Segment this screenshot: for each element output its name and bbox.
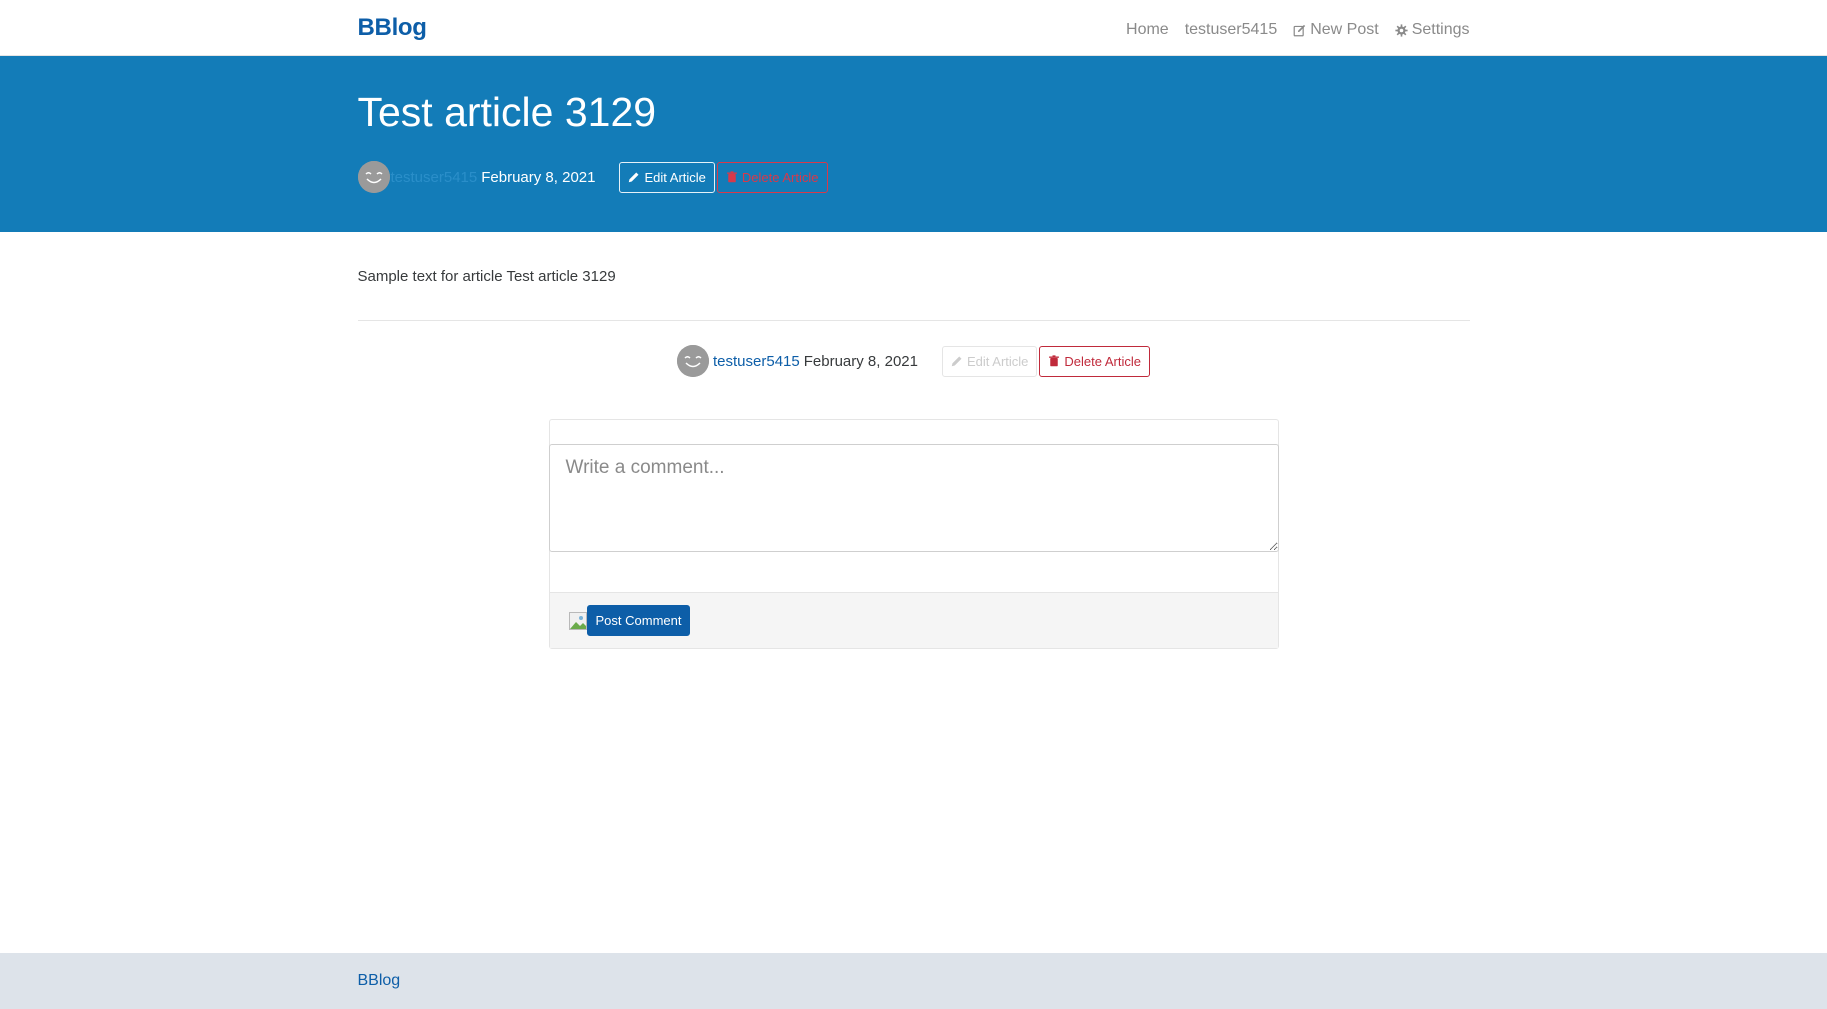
- delete-article-button-top[interactable]: Delete Article: [716, 161, 828, 193]
- nav-profile-label: testuser5415: [1184, 21, 1278, 38]
- article-meta-top: testuser5415 February 8, 2021 Edit Artic…: [357, 160, 1470, 194]
- nav-new-post-link[interactable]: New Post: [1293, 21, 1379, 39]
- nav-settings-label: Settings: [1411, 21, 1470, 38]
- trash-icon: [1049, 355, 1060, 367]
- article-banner: Test article 3129 testuser5415 February …: [0, 56, 1827, 232]
- nav-home-label: Home: [1126, 21, 1169, 38]
- comment-textarea[interactable]: [548, 444, 1279, 552]
- trash-icon: [727, 171, 737, 183]
- delete-article-label-top: Delete Article: [741, 169, 819, 185]
- nav-settings-link[interactable]: Settings: [1395, 21, 1470, 39]
- comment-form: Post Comment: [548, 419, 1279, 649]
- pencil-icon: [629, 172, 639, 183]
- author-link-top[interactable]: testuser5415: [391, 169, 478, 186]
- article-date-top: February 8, 2021: [481, 168, 596, 186]
- smiley-avatar-icon: [357, 161, 390, 193]
- footer-brand-link[interactable]: BBlog: [358, 972, 401, 990]
- edit-icon: [1293, 24, 1306, 36]
- delete-article-label-bottom: Delete Article: [1064, 353, 1141, 369]
- article-title: Test article 3129: [357, 89, 657, 135]
- edit-article-button-bottom[interactable]: Edit Article: [941, 345, 1038, 377]
- comment-form-block: [548, 420, 1279, 592]
- article-date-bottom: February 8, 2021: [803, 352, 918, 370]
- comment-form-footer: Post Comment: [549, 592, 1278, 648]
- footer-container: BBlog: [358, 953, 1470, 1009]
- author-avatar-top[interactable]: [357, 161, 390, 193]
- content-divider: [357, 320, 1470, 321]
- banner-container: Test article 3129 testuser5415 February …: [357, 56, 1470, 194]
- author-link-bottom[interactable]: testuser5415: [713, 353, 800, 370]
- article-body: Sample text for article Test article 312…: [357, 268, 616, 285]
- author-avatar-bottom[interactable]: [677, 345, 709, 377]
- comment-author-image: [568, 611, 587, 630]
- edit-article-label-top: Edit Article: [644, 169, 706, 185]
- pencil-icon: [951, 356, 962, 367]
- post-comment-button[interactable]: Post Comment: [586, 605, 691, 636]
- navbar-container: BBlog Home testuser5415 New Post Setting…: [358, 0, 1470, 56]
- article-meta-bottom: testuser5415 February 8, 2021 Edit Artic…: [358, 345, 1470, 377]
- nav-profile-link[interactable]: testuser5415: [1185, 21, 1278, 39]
- delete-article-button-bottom[interactable]: Delete Article: [1039, 345, 1150, 377]
- brand-logo[interactable]: BBlog: [358, 14, 427, 42]
- nav-links: Home testuser5415 New Post Settings: [1126, 21, 1469, 39]
- navbar: BBlog Home testuser5415 New Post Setting…: [0, 0, 1827, 56]
- broken-image-icon: [569, 615, 586, 629]
- edit-article-button-top[interactable]: Edit Article: [619, 161, 715, 193]
- smiley-avatar-icon: [677, 345, 709, 377]
- nav-new-post-label: New Post: [1310, 21, 1379, 38]
- gear-icon: [1395, 23, 1408, 37]
- footer: BBlog: [0, 953, 1827, 1009]
- article-content: Sample text for article Test article 312…: [357, 232, 1470, 649]
- nav-home-link[interactable]: Home: [1126, 21, 1169, 39]
- edit-article-label-bottom: Edit Article: [966, 353, 1029, 369]
